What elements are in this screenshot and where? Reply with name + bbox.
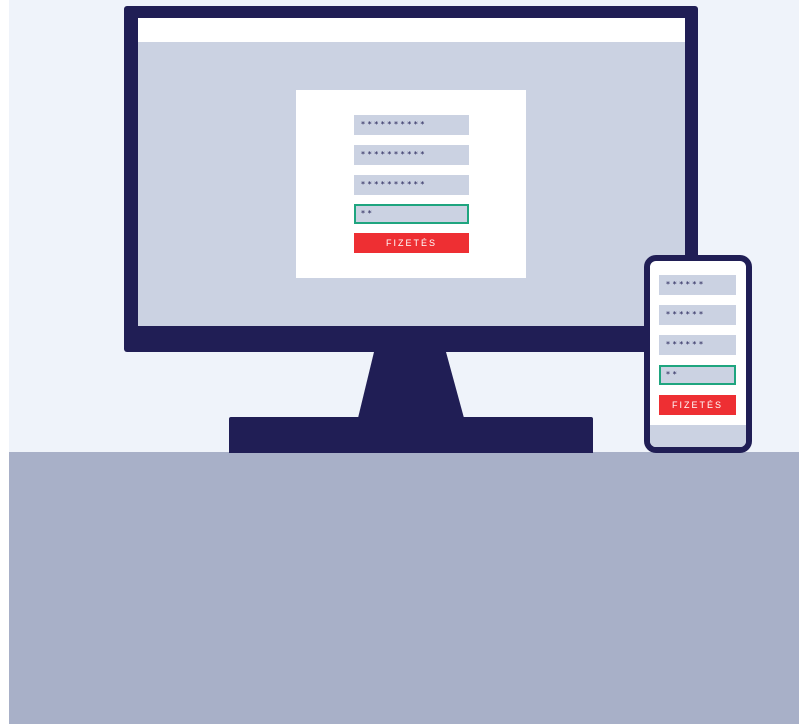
browser-address-bar [138, 18, 685, 42]
desktop-cvv-field[interactable]: ** [354, 204, 469, 224]
desktop-monitor: ********** ********** ********** ** FIZE… [124, 6, 698, 352]
mobile-expiry-field[interactable]: ****** [659, 335, 736, 355]
desktop-pay-button[interactable]: FIZETÉS [354, 233, 469, 253]
desktop-card-name-field[interactable]: ********** [354, 145, 469, 165]
illustration-scene: ********** ********** ********** ** FIZE… [9, 0, 799, 724]
phone-bottom-bar [650, 425, 746, 447]
monitor-stand-base [229, 417, 593, 453]
mobile-pay-button[interactable]: FIZETÉS [659, 395, 736, 415]
monitor-stand-neck [358, 352, 464, 418]
monitor-screen: ********** ********** ********** ** FIZE… [138, 18, 685, 326]
mobile-card-number-field[interactable]: ****** [659, 275, 736, 295]
desktop-expiry-field[interactable]: ********** [354, 175, 469, 195]
mobile-cvv-field[interactable]: ** [659, 365, 736, 385]
desktop-card-number-field[interactable]: ********** [354, 115, 469, 135]
mobile-card-name-field[interactable]: ****** [659, 305, 736, 325]
desk-surface [9, 452, 799, 724]
mobile-phone: ****** ****** ****** ** FIZETÉS [644, 255, 752, 453]
desktop-payment-form: ********** ********** ********** ** FIZE… [296, 90, 526, 278]
